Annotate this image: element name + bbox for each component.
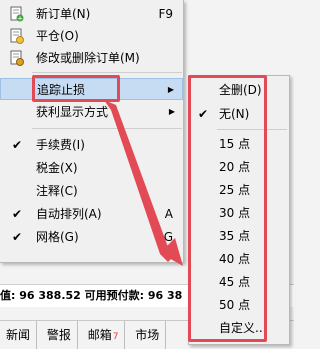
modify-order-icon <box>10 50 24 66</box>
account-status-text: 值: 96 388.52 可用预付款: 96 38 <box>0 289 183 302</box>
tab-alerts[interactable]: 警报 <box>41 321 78 349</box>
checkmark-icon: ✔ <box>12 207 23 221</box>
submenu-arrow-icon: ▶ <box>167 85 174 94</box>
tab-mailbox[interactable]: 邮箱7 <box>82 321 126 349</box>
annotation-box-trailing-stop <box>32 75 120 102</box>
svg-text:+: + <box>17 15 23 23</box>
menu-item-new-order[interactable]: + 新订单(N) F9 <box>0 3 183 25</box>
menu-item-grid[interactable]: ✔ 网格(G) G <box>0 226 183 248</box>
checkmark-icon: ✔ <box>12 138 23 152</box>
menu-item-comments[interactable]: 注释(C) <box>0 180 183 202</box>
menu-separator <box>32 72 182 73</box>
tab-news[interactable]: 新闻 <box>0 321 38 349</box>
submenu-arrow-icon: ▶ <box>168 107 175 116</box>
menu-item-taxes[interactable]: 税金(X) <box>0 157 183 179</box>
close-position-icon <box>10 28 24 44</box>
menu-item-profit-display[interactable]: 获利显示方式 ▶ <box>0 101 183 123</box>
menu-item-commission[interactable]: ✔ 手续费(I) <box>0 134 183 156</box>
tab-market[interactable]: 市场 <box>129 321 167 349</box>
checkmark-icon: ✔ <box>12 230 23 244</box>
annotation-box-submenu <box>188 75 267 342</box>
menu-separator <box>32 128 182 129</box>
menu-item-close-position[interactable]: 平仓(O) <box>0 25 183 47</box>
menu-item-auto-arrange[interactable]: ✔ 自动排列(A) A <box>0 203 183 225</box>
menu-item-modify-order[interactable]: 修改或删除订单(M) <box>0 47 183 69</box>
mailbox-badge: 7 <box>112 332 119 342</box>
new-order-icon: + <box>10 6 24 23</box>
context-menu: + 新订单(N) F9 平仓(O) 修改或删除订单(M) 追踪止损 ▶ 获利显示… <box>0 0 184 263</box>
